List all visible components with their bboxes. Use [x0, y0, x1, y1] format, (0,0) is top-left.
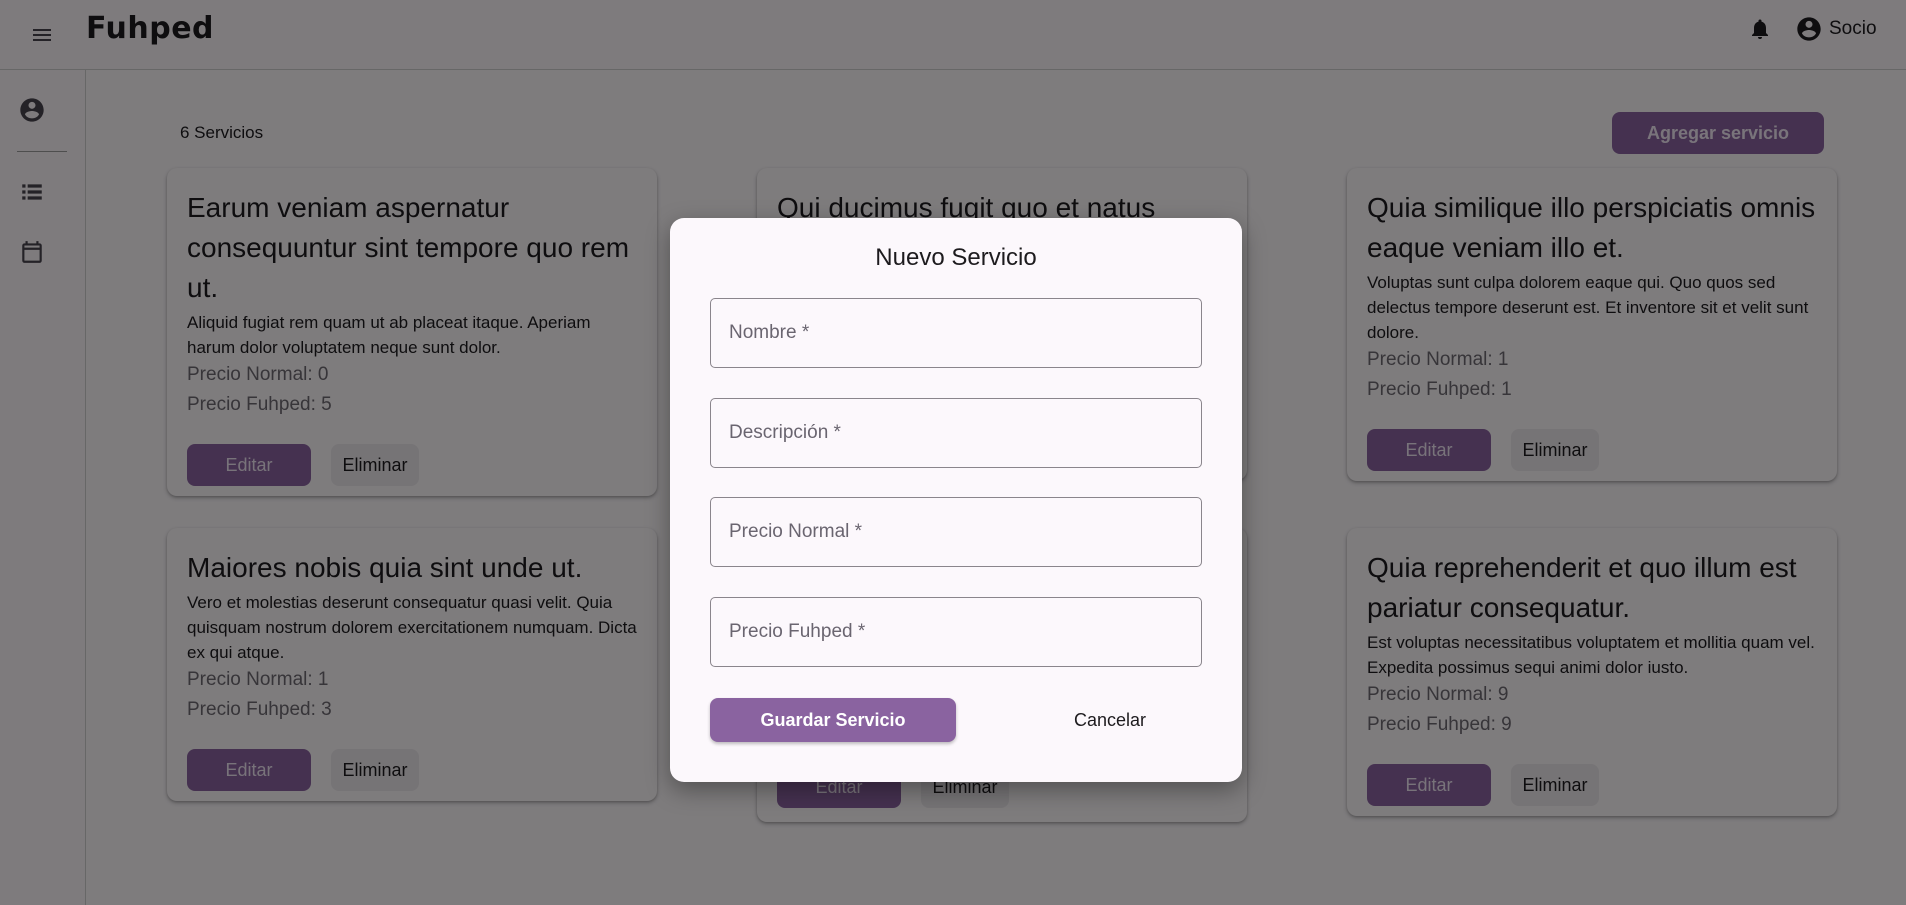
precio-fuhped-field[interactable]: Precio Fuhped * — [710, 597, 1202, 667]
app-root: Fuhped Socio 6 Servicios Agregar servici… — [0, 0, 1906, 905]
save-service-button[interactable]: Guardar Servicio — [710, 698, 956, 742]
descripcion-field[interactable]: Descripción * — [710, 398, 1202, 468]
precio-fuhped-label: Precio Fuhped * — [729, 621, 866, 642]
nombre-field[interactable]: Nombre * — [710, 298, 1202, 368]
precio-normal-label: Precio Normal * — [729, 521, 863, 542]
dialog-title: Nuevo Servicio — [875, 244, 1037, 271]
descripcion-label: Descripción * — [729, 422, 841, 443]
new-service-dialog: Nuevo Servicio Nombre * Descripción * Pr… — [670, 218, 1242, 782]
cancel-button[interactable]: Cancelar — [1010, 698, 1210, 742]
precio-normal-field[interactable]: Precio Normal * — [710, 497, 1202, 567]
nombre-label: Nombre * — [729, 322, 810, 343]
